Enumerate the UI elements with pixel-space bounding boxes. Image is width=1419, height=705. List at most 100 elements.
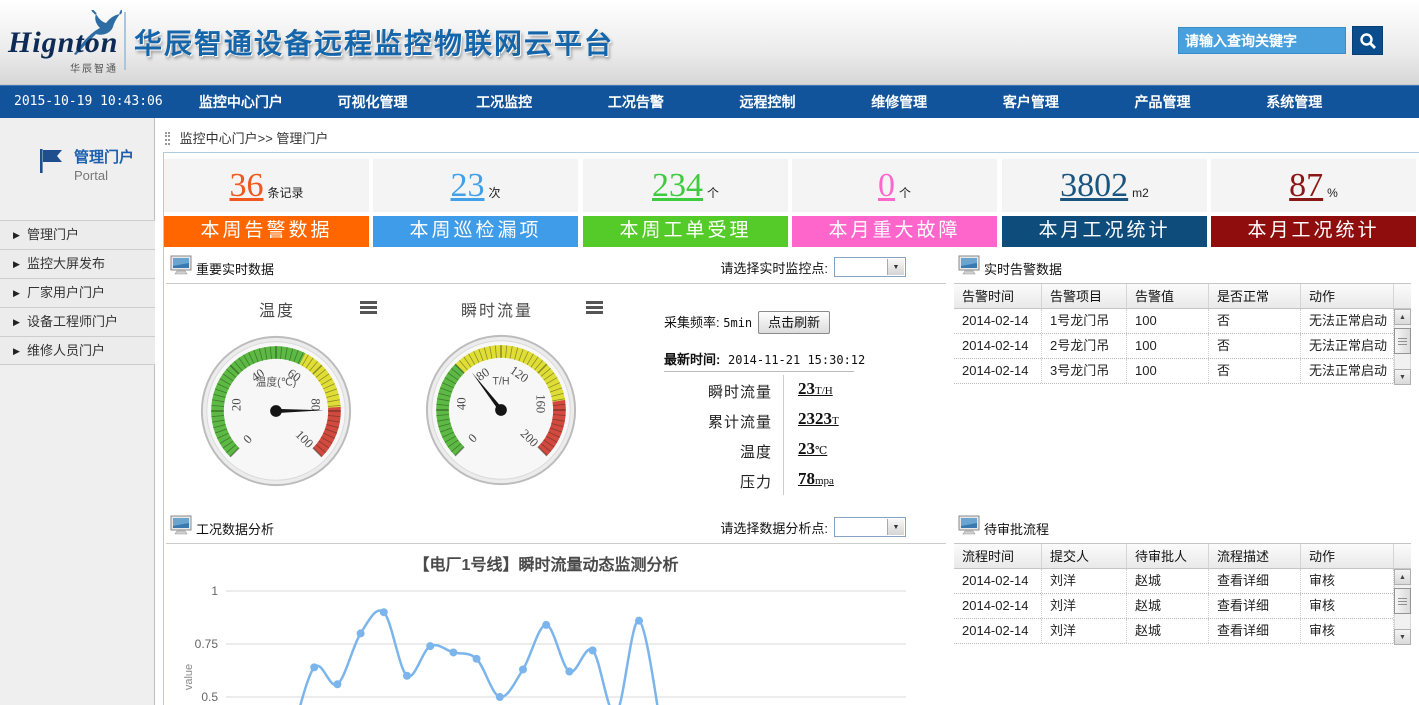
stat-label[interactable]: 本月重大故障 [792,216,997,247]
stat-label[interactable]: 本周工单受理 [583,216,788,247]
triangle-right-icon: ▶ [13,337,20,365]
stat-value[interactable]: 36 [229,169,263,203]
reading-unit: mpa [815,475,834,487]
table-row[interactable]: 2014-02-142号龙门吊100否无法正常启动 [954,334,1411,359]
alarm-table-scrollbar[interactable]: ▲ ▼ [1394,309,1411,385]
approval-table-scrollbar[interactable]: ▲ ▼ [1394,569,1411,645]
stat-card-value-area: 0个 [792,159,997,212]
stat-value[interactable]: 3802 [1060,169,1128,203]
table-cell: 2号龙门吊 [1042,334,1127,358]
stat-label[interactable]: 本月工况统计 [1211,216,1416,247]
approval-section-title: 待审批流程 [984,519,1049,538]
sidebar-item-4[interactable]: ▶设备工程师门户 [0,307,155,336]
scroll-down-icon[interactable]: ▼ [1394,629,1411,645]
realtime-section-title: 重要实时数据 [196,259,274,278]
approval-table: 流程时间提交人待审批人流程描述动作2014-02-14刘洋赵城查看详细审核201… [954,543,1411,644]
table-header-cell: 告警值 [1127,284,1209,308]
nav-item-3[interactable]: 工况监控 [438,86,570,119]
stat-value[interactable]: 87 [1289,169,1323,203]
stat-card-1[interactable]: 36条记录本周告警数据 [164,159,369,247]
table-row[interactable]: 2014-02-14刘洋赵城查看详细审核 [954,569,1411,594]
svg-text:1: 1 [211,584,218,598]
table-row[interactable]: 2014-02-14刘洋赵城查看详细审核 [954,619,1411,644]
portal-title: 管理门户 [74,146,134,167]
table-row[interactable]: 2014-02-141号龙门吊100否无法正常启动 [954,309,1411,334]
scroll-up-icon[interactable]: ▲ [1394,309,1411,325]
nav-item-6[interactable]: 维修管理 [833,86,965,119]
stat-card-2[interactable]: 23次本周巡检漏项 [373,159,578,247]
stat-label[interactable]: 本周巡检漏项 [373,216,578,247]
breadcrumb: 监控中心门户>> 管理门户 [165,128,328,147]
scroll-down-icon[interactable]: ▼ [1394,369,1411,385]
chevron-down-icon[interactable]: ▼ [887,519,904,535]
latest-time-value: 2014-11-21 15:30:12 [728,353,865,367]
nav-item-7[interactable]: 客户管理 [965,86,1097,119]
reading-divider [783,405,784,435]
flow-gauge: 04080120160200T/H [423,332,579,488]
realtime-point-select[interactable]: ▼ [834,257,906,277]
refresh-button[interactable]: 点击刷新 [758,311,830,334]
reading-row: 瞬时流量23T/H [664,375,924,405]
stat-card-4[interactable]: 0个本月重大故障 [792,159,997,247]
table-row[interactable]: 2014-02-14刘洋赵城查看详细审核 [954,594,1411,619]
nav-item-1[interactable]: 监控中心门户 [175,86,307,119]
stat-value[interactable]: 234 [652,169,703,203]
table-cell: 赵城 [1127,619,1209,643]
search-button[interactable] [1352,26,1383,55]
scroll-up-icon[interactable]: ▲ [1394,569,1411,585]
stat-card-6[interactable]: 87%本月工况统计 [1211,159,1416,247]
stat-label[interactable]: 本周告警数据 [164,216,369,247]
reading-value[interactable]: 78mpa [798,469,834,489]
sidebar-item-1[interactable]: ▶管理门户 [0,220,155,249]
temperature-gauge: 020406080100温度(℃) [198,333,354,489]
nav-item-4[interactable]: 工况告警 [570,86,702,119]
realtime-point-select-group: 请选择实时监控点: ▼ [720,257,906,277]
scroll-thumb[interactable] [1394,328,1411,354]
analysis-section-header: 工况数据分析 请选择数据分析点: ▼ [166,513,946,543]
nav-item-2[interactable]: 可视化管理 [307,86,439,119]
sidebar: 管理门户 Portal ▶管理门户▶监控大屏发布▶厂家用户门户▶设备工程师门户▶… [0,118,155,705]
logo[interactable]: Hignton 华辰智通 [8,8,123,78]
monitor-icon [170,515,192,535]
chevron-down-icon[interactable]: ▼ [887,259,904,275]
hamburger-icon[interactable] [586,301,603,314]
table-cell: 刘洋 [1042,569,1127,593]
info-rule [664,371,854,372]
nav-item-9[interactable]: 系统管理 [1228,86,1360,119]
table-cell: 100 [1127,359,1209,383]
nav-item-5[interactable]: 远程控制 [702,86,834,119]
reading-value[interactable]: 23℃ [798,439,827,459]
sidebar-item-5[interactable]: ▶维修人员门户 [0,336,155,365]
reading-row: 压力 78mpa [664,465,924,495]
search-input[interactable] [1178,27,1346,54]
navbar-items: 监控中心门户可视化管理工况监控工况告警远程控制维修管理客户管理产品管理系统管理 [175,86,1360,119]
stat-card-5[interactable]: 3802m2本月工况统计 [1002,159,1207,247]
triangle-right-icon: ▶ [13,279,20,307]
sidebar-menu: ▶管理门户▶监控大屏发布▶厂家用户门户▶设备工程师门户▶维修人员门户 [0,220,155,365]
hamburger-icon[interactable] [360,301,377,314]
approval-section-header: 待审批流程 [954,513,1411,543]
stat-value[interactable]: 0 [878,169,895,203]
sidebar-item-2[interactable]: ▶监控大屏发布 [0,249,155,278]
reading-label: 压力 [664,471,772,492]
table-cell: 2014-02-14 [954,309,1042,333]
stat-unit: 条记录 [267,184,303,201]
analysis-point-select[interactable]: ▼ [834,517,906,537]
reading-unit: T/H [815,385,833,397]
sidebar-item-3[interactable]: ▶厂家用户门户 [0,278,155,307]
table-row[interactable]: 2014-02-143号龙门吊100否无法正常启动 [954,359,1411,384]
table-header-cell: 是否正常 [1209,284,1301,308]
collect-frequency: 采集频率: 5min点击刷新 [664,311,830,334]
stat-card-3[interactable]: 234个本周工单受理 [583,159,788,247]
scroll-thumb[interactable] [1394,588,1411,614]
table-header-cell: 动作 [1301,284,1394,308]
reading-value[interactable]: 2323T [798,409,839,429]
stat-value[interactable]: 23 [450,169,484,203]
alarm-section-title: 实时告警数据 [984,259,1062,278]
stat-label[interactable]: 本月工况统计 [1002,216,1207,247]
reading-value[interactable]: 23T/H [798,379,833,399]
table-cell: 2014-02-14 [954,569,1042,593]
nav-item-8[interactable]: 产品管理 [1097,86,1229,119]
stat-card-value-area: 36条记录 [164,159,369,212]
breadcrumb-text: 监控中心门户>> 管理门户 [180,131,329,146]
